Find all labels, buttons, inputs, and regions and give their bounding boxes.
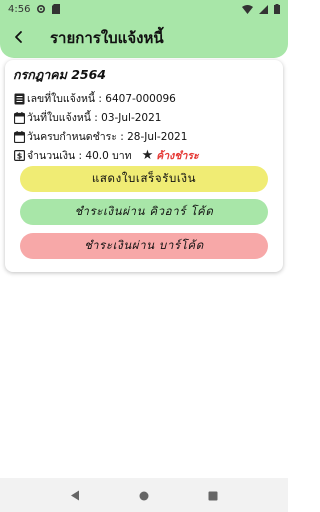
invoice-date: วันที่ใบแจ้งหนี้ : 03-Jul-2021 xyxy=(27,112,162,124)
back-button[interactable] xyxy=(2,21,36,55)
nav-home-button[interactable] xyxy=(130,481,158,509)
invoice-number-row: เลขที่ใบแจ้งหนี้ : 6407-000096 xyxy=(13,89,275,108)
invoice-month: กรกฎาคม 2564 xyxy=(13,67,107,82)
money-icon: $ xyxy=(13,150,25,162)
triangle-back-icon xyxy=(70,486,80,505)
pay-barcode-button[interactable]: ชำระเงินผ่าน บาร์โค้ด xyxy=(20,233,268,259)
star-icon: ★ xyxy=(141,148,154,163)
signal-icon xyxy=(259,4,268,14)
sd-card-icon xyxy=(52,4,61,14)
battery-icon xyxy=(274,4,280,14)
due-date: วันครบกำหนดชำระ : 28-Jul-2021 xyxy=(27,131,188,143)
invoice-card: กรกฎาคม 2564 เลขที่ใบแจ้งหนี้ : 6407-000… xyxy=(5,60,283,272)
due-date-row: วันครบกำหนดชำระ : 28-Jul-2021 xyxy=(13,127,275,146)
svg-text:$: $ xyxy=(16,152,22,161)
calendar-icon xyxy=(13,111,25,124)
page-title: รายการใบแจ้งหนี้ xyxy=(50,29,164,47)
gear-icon xyxy=(36,4,46,14)
pay-qr-code-button[interactable]: ชำระเงินผ่าน คิวอาร์ โค้ด xyxy=(20,199,268,225)
calendar-icon xyxy=(13,130,25,143)
status-badge: ★ ค้างชำระ xyxy=(142,147,199,164)
back-arrow-icon xyxy=(12,29,26,48)
app-bar: รายการใบแจ้งหนี้ xyxy=(0,18,288,58)
document-icon xyxy=(13,93,25,105)
invoice-number: เลขที่ใบแจ้งหนี้ : 6407-000096 xyxy=(27,93,176,105)
show-receipt-button[interactable]: แสดงใบเสร็จรับเงิน xyxy=(20,166,268,192)
square-recents-icon xyxy=(208,486,218,505)
status-time: 4:56 xyxy=(8,3,31,15)
circle-home-icon xyxy=(139,486,149,505)
wifi-icon xyxy=(242,4,253,14)
status-text: ค้างชำระ xyxy=(156,150,199,162)
status-bar: 4:56 xyxy=(0,0,288,18)
invoice-date-row: วันที่ใบแจ้งหนี้ : 03-Jul-2021 xyxy=(13,108,275,127)
system-nav-bar xyxy=(0,478,288,512)
nav-back-button[interactable] xyxy=(61,481,89,509)
amount: จำนวนเงิน : 40.0 บาท xyxy=(27,150,132,162)
amount-row: $ จำนวนเงิน : 40.0 บาท ★ ค้างชำระ xyxy=(13,146,275,165)
nav-recents-button[interactable] xyxy=(199,481,227,509)
